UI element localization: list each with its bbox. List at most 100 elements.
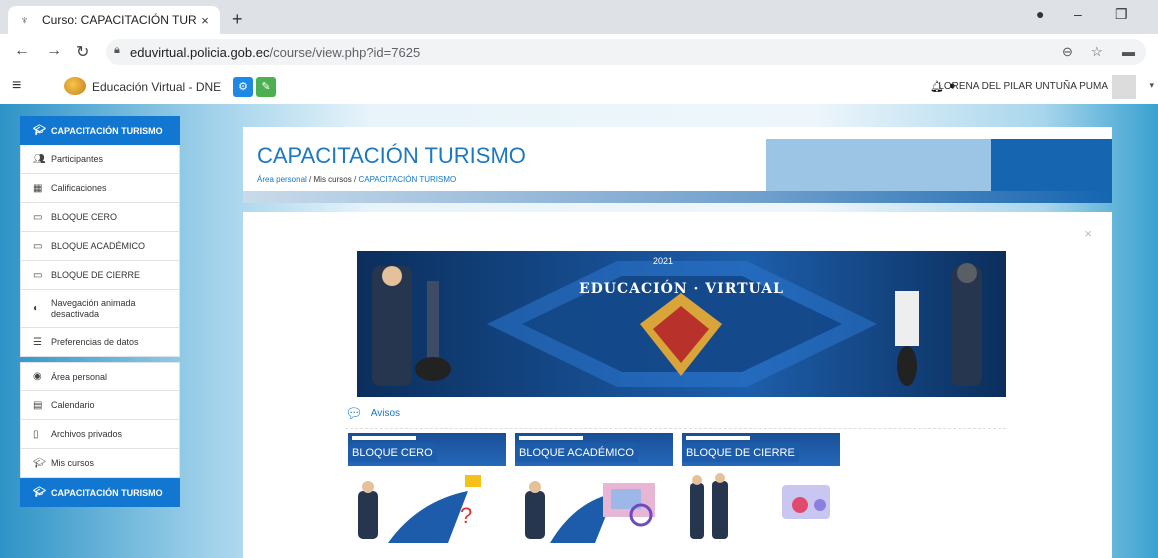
- folder-icon: ▭: [33, 240, 43, 252]
- avisos-link[interactable]: 💬︎ Avisos: [345, 405, 400, 422]
- sidebar-item-label: Calificaciones: [51, 183, 107, 193]
- card-bar: [352, 436, 416, 440]
- sidebar-item-grades[interactable]: ▦ Calificaciones: [20, 174, 180, 203]
- card-image: ?: [348, 471, 506, 543]
- sidebar-item-bloque-cierre[interactable]: ▭ BLOQUE DE CIERRE: [20, 261, 180, 290]
- minimize-button[interactable]: –: [1074, 6, 1082, 22]
- graduation-cap-icon: 🎓︎: [33, 457, 46, 469]
- sidebar-item-data-preferences[interactable]: ☰ Preferencias de datos: [20, 328, 180, 357]
- forward-arrow-icon[interactable]: →: [46, 42, 62, 60]
- tab-close-icon[interactable]: ×: [196, 13, 214, 28]
- sidebar-item-participants[interactable]: 👥︎ Participantes: [20, 145, 180, 174]
- maximize-button[interactable]: ❐: [1115, 6, 1128, 23]
- address-bar[interactable]: 🔒︎ eduvirtual.policia.gob.ec/course/view…: [106, 39, 1146, 65]
- banner-title: EDUCACIÓN · VIRTUAL: [578, 281, 785, 297]
- lock-icon: 🔒︎: [114, 44, 120, 56]
- chevron-down-icon[interactable]: ▾: [1149, 80, 1154, 91]
- sidebar-item-label: Participantes: [51, 154, 104, 164]
- zoom-icon[interactable]: ⊖: [1062, 44, 1073, 60]
- sidebar-item-label: CAPACITACIÓN TURISMO: [51, 125, 163, 136]
- course-content: × 2021 EDUCACIÓN · VIRTUAL 💬︎ Avisos BLO…: [243, 212, 1112, 558]
- calendar-icon: ▤: [33, 399, 43, 411]
- folder-icon: ▭: [33, 211, 43, 223]
- sidebar-item-label: Mis cursos: [51, 458, 95, 468]
- reload-icon[interactable]: ↻: [76, 42, 89, 62]
- divider: [345, 428, 1006, 429]
- avisos-label: Avisos: [370, 408, 401, 419]
- main-region: 🎓︎ CAPACITACIÓN TURISMO 👥︎ Participantes ▦…: [0, 104, 1158, 558]
- breadcrumb: Área personal / Mis cursos / CAPACITACIÓ…: [257, 175, 456, 184]
- section-card-bloque-cero[interactable]: BLOQUE CERO ?: [348, 433, 506, 543]
- course-banner-image: 2021 EDUCACIÓN · VIRTUAL: [357, 251, 1006, 397]
- folder-icon: ▭: [33, 269, 43, 281]
- breadcrumb-my-courses[interactable]: Mis cursos: [314, 175, 352, 184]
- sidebar: 🎓︎ CAPACITACIÓN TURISMO 👥︎ Participantes ▦…: [20, 116, 180, 507]
- sidebar-item-dashboard[interactable]: ◉ Área personal: [20, 362, 180, 391]
- sidebar-item-my-courses[interactable]: 🎓︎ Mis cursos: [20, 449, 180, 478]
- header-decor: [991, 139, 1112, 191]
- sidebar-item-label: Área personal: [51, 371, 108, 382]
- hamburger-menu-icon[interactable]: ≡: [12, 77, 21, 95]
- tachometer-icon: ◉: [33, 371, 42, 382]
- forum-icon: 💬︎: [345, 405, 363, 421]
- sidebar-item-label: Navegación animada desactivada: [51, 297, 136, 319]
- card-label: BLOQUE ACADÉMICO: [515, 444, 638, 462]
- card-label: BLOQUE CERO: [348, 444, 437, 462]
- graduation-cap-icon: 🎓︎: [33, 487, 46, 498]
- user-name[interactable]: LORENA DEL PILAR UNTUÑA PUMA: [938, 81, 1108, 92]
- close-icon[interactable]: ×: [1084, 226, 1092, 241]
- browser-toolbar: ← → ↻ 🔒︎ eduvirtual.policia.gob.ec/cours…: [0, 34, 1158, 70]
- header-decor: [766, 139, 991, 191]
- sidebar-item-bloque-academico[interactable]: ▭ BLOQUE ACADÉMICO: [20, 232, 180, 261]
- extension-icon[interactable]: ▬: [1122, 44, 1135, 59]
- banner-art: [372, 261, 982, 387]
- section-card-bloque-academico[interactable]: BLOQUE ACADÉMICO: [515, 433, 673, 543]
- sidebar-item-bloque-cero[interactable]: ▭ BLOQUE CERO: [20, 203, 180, 232]
- site-logo[interactable]: [64, 77, 86, 95]
- edit-mode-button[interactable]: ✎: [256, 77, 276, 97]
- browser-tab-bar: ♆ Curso: CAPACITACIÓN TURISMO × + ● – ❐: [0, 0, 1158, 34]
- browser-tab[interactable]: ♆ Curso: CAPACITACIÓN TURISMO ×: [8, 6, 220, 34]
- card-bar: [519, 436, 583, 440]
- new-tab-button[interactable]: +: [232, 9, 243, 30]
- profile-icon[interactable]: ●: [1036, 6, 1044, 22]
- sidebar-item-label: Archivos privados: [51, 429, 123, 439]
- avatar[interactable]: [1112, 75, 1136, 99]
- breadcrumb-course[interactable]: CAPACITACIÓN TURISMO: [358, 175, 456, 184]
- sidebar-item-label: CAPACITACIÓN TURISMO: [51, 487, 163, 498]
- breadcrumb-separator: /: [353, 175, 357, 184]
- graduation-cap-icon: 🎓︎: [33, 125, 46, 136]
- sidebar-item-private-files[interactable]: ▯ Archivos privados: [20, 420, 180, 449]
- file-icon: ▯: [33, 428, 39, 440]
- sidebar-item-label: Calendario: [51, 400, 95, 410]
- banner-year: 2021: [653, 256, 674, 266]
- sidebar-item-label: Preferencias de datos: [51, 337, 139, 347]
- sidebar-item-label: BLOQUE ACADÉMICO: [51, 241, 146, 251]
- breadcrumb-dashboard[interactable]: Área personal: [257, 175, 307, 184]
- sidebar-item-label: BLOQUE DE CIERRE: [51, 270, 141, 280]
- tab-title: Curso: CAPACITACIÓN TURISMO: [42, 13, 196, 27]
- settings-cogs-button[interactable]: ⚙: [233, 77, 253, 97]
- database-icon: ☰: [33, 336, 42, 348]
- sidebar-item-animation-toggle[interactable]: ◐ Navegación animada desactivada: [20, 290, 180, 328]
- sidebar-item-current-course[interactable]: 🎓︎ CAPACITACIÓN TURISMO: [20, 478, 180, 507]
- card-label: BLOQUE DE CIERRE: [682, 444, 799, 462]
- page-title: CAPACITACIÓN TURISMO: [257, 143, 526, 168]
- url-text[interactable]: eduvirtual.policia.gob.ec/course/view.ph…: [130, 45, 420, 60]
- sidebar-item-label: BLOQUE CERO: [51, 212, 118, 222]
- site-name[interactable]: Educación Virtual - DNE: [92, 80, 221, 94]
- moodle-favicon-icon: ♆: [20, 13, 29, 27]
- section-card-bloque-cierre[interactable]: BLOQUE DE CIERRE: [682, 433, 840, 543]
- users-icon: 👥︎: [33, 153, 46, 165]
- svg-text:?: ?: [460, 503, 472, 528]
- back-arrow-icon[interactable]: ←: [14, 42, 30, 60]
- breadcrumb-separator: /: [309, 175, 312, 184]
- header-decor: [243, 191, 1112, 203]
- bookmark-star-icon[interactable]: ☆: [1091, 44, 1103, 60]
- sidebar-item-course[interactable]: 🎓︎ CAPACITACIÓN TURISMO: [20, 116, 180, 145]
- card-bar: [686, 436, 750, 440]
- toggle-icon: ◐: [33, 303, 40, 314]
- course-header: CAPACITACIÓN TURISMO Área personal / Mis…: [243, 127, 1112, 203]
- sidebar-item-calendar[interactable]: ▤ Calendario: [20, 391, 180, 420]
- card-image: [515, 471, 673, 543]
